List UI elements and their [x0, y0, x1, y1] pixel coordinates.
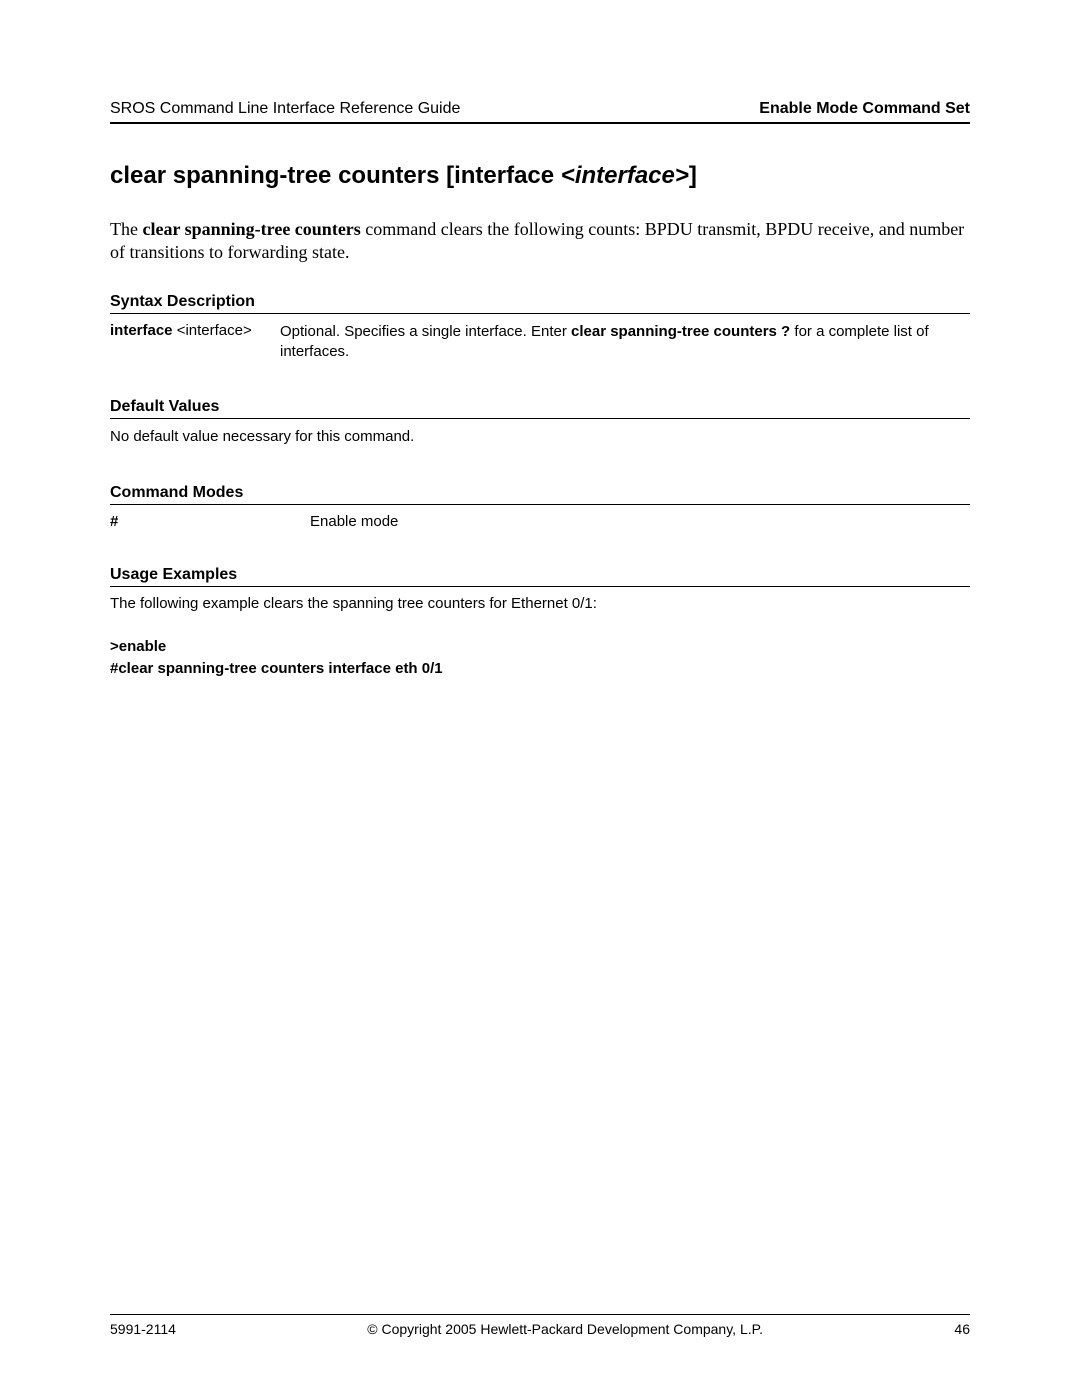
command-description: The clear spanning-tree counters command… — [110, 218, 970, 265]
footer-copyright: © Copyright 2005 Hewlett-Packard Develop… — [367, 1321, 763, 1337]
usage-code-line-2: #clear spanning-tree counters interface … — [110, 658, 970, 681]
page-footer: 5991-2114 © Copyright 2005 Hewlett-Packa… — [110, 1314, 970, 1337]
syntax-desc-bold: clear spanning-tree counters ? — [571, 323, 790, 340]
footer-doc-number: 5991-2114 — [110, 1321, 176, 1337]
footer-page-number: 46 — [954, 1321, 970, 1337]
usage-example-code: >enable #clear spanning-tree counters in… — [110, 636, 970, 681]
header-guide-title: SROS Command Line Interface Reference Gu… — [110, 100, 460, 118]
syntax-keyword: interface — [110, 322, 173, 339]
command-title-close: ] — [689, 162, 697, 189]
usage-examples-heading: Usage Examples — [110, 566, 970, 587]
syntax-param-placeholder: <interface> — [173, 322, 252, 339]
syntax-description-heading: Syntax Description — [110, 293, 970, 314]
page-header: SROS Command Line Interface Reference Gu… — [110, 100, 970, 124]
usage-example-intro: The following example clears the spannin… — [110, 595, 970, 612]
syntax-row: interface <interface> Optional. Specifie… — [110, 322, 970, 363]
command-modes-name: Enable mode — [310, 513, 398, 530]
command-title-main: clear spanning-tree counters [interface — [110, 162, 561, 189]
command-modes-symbol: # — [110, 513, 310, 530]
syntax-param-description: Optional. Specifies a single interface. … — [280, 322, 970, 363]
page-body: SROS Command Line Interface Reference Gu… — [0, 0, 1080, 681]
default-values-text: No default value necessary for this comm… — [110, 427, 970, 447]
command-modes-row: # Enable mode — [110, 513, 970, 530]
intro-bold: clear spanning-tree counters — [142, 219, 360, 239]
command-title: clear spanning-tree counters [interface … — [110, 162, 970, 190]
syntax-param-name: interface <interface> — [110, 322, 280, 363]
command-title-param: <interface> — [561, 162, 689, 189]
header-section-title: Enable Mode Command Set — [759, 100, 970, 118]
intro-pre: The — [110, 219, 142, 239]
usage-code-line-1: >enable — [110, 636, 970, 659]
default-values-heading: Default Values — [110, 398, 970, 419]
syntax-desc-pre: Optional. Specifies a single interface. … — [280, 323, 571, 340]
command-modes-heading: Command Modes — [110, 484, 970, 505]
